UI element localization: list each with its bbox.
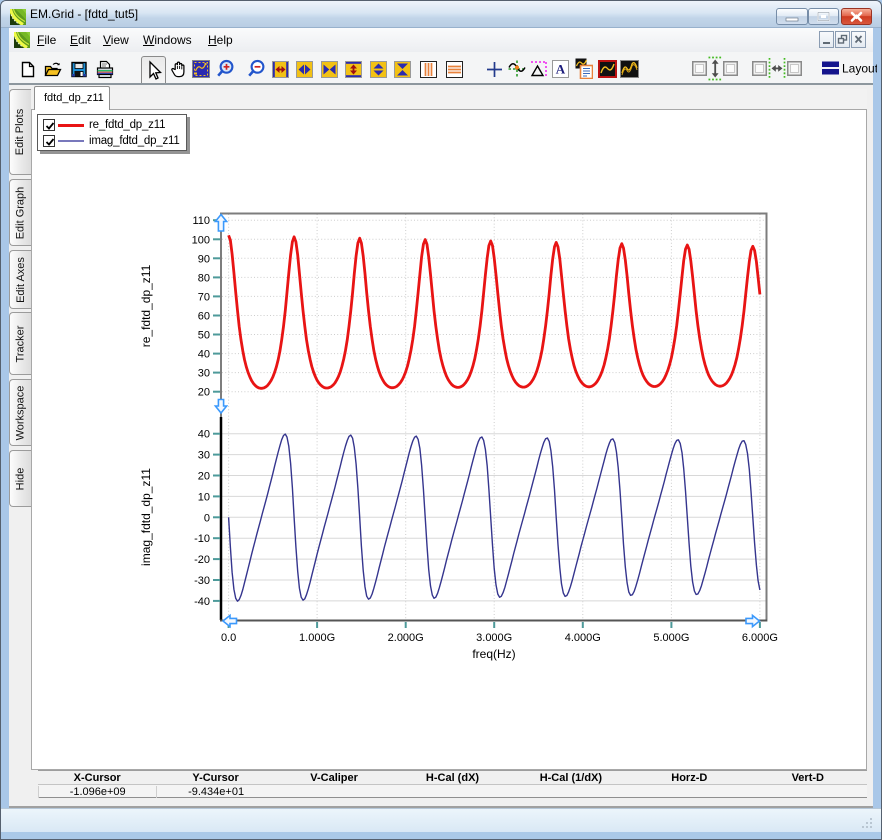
svg-text:40: 40	[198, 349, 210, 361]
svg-text:60: 60	[198, 311, 210, 323]
svg-text:90: 90	[198, 253, 210, 265]
svg-text:re_fdtd_dp_z11: re_fdtd_dp_z11	[139, 264, 153, 347]
svg-text:40: 40	[198, 429, 210, 441]
svg-text:80: 80	[198, 272, 210, 284]
svg-text:20: 20	[198, 471, 210, 483]
svg-text:-20: -20	[194, 554, 210, 566]
svg-text:4.000G: 4.000G	[565, 632, 601, 644]
svg-text:6.000G: 6.000G	[742, 632, 778, 644]
svg-text:5.000G: 5.000G	[653, 632, 689, 644]
svg-text:30: 30	[198, 450, 210, 462]
svg-text:30: 30	[198, 368, 210, 380]
svg-text:1.000G: 1.000G	[299, 632, 335, 644]
svg-text:freq(Hz): freq(Hz)	[472, 647, 515, 661]
svg-text:0: 0	[204, 512, 210, 524]
svg-text:100: 100	[192, 234, 210, 246]
svg-text:20: 20	[198, 387, 210, 399]
svg-text:-30: -30	[194, 575, 210, 587]
svg-text:110: 110	[192, 215, 210, 227]
svg-text:50: 50	[198, 330, 210, 342]
svg-text:10: 10	[198, 491, 210, 503]
svg-text:-40: -40	[194, 596, 210, 608]
svg-text:70: 70	[198, 291, 210, 303]
svg-text:0.0: 0.0	[221, 632, 236, 644]
svg-text:-10: -10	[194, 533, 210, 545]
svg-text:imag_fdtd_dp_z11: imag_fdtd_dp_z11	[139, 468, 153, 566]
svg-text:2.000G: 2.000G	[388, 632, 424, 644]
svg-text:3.000G: 3.000G	[476, 632, 512, 644]
